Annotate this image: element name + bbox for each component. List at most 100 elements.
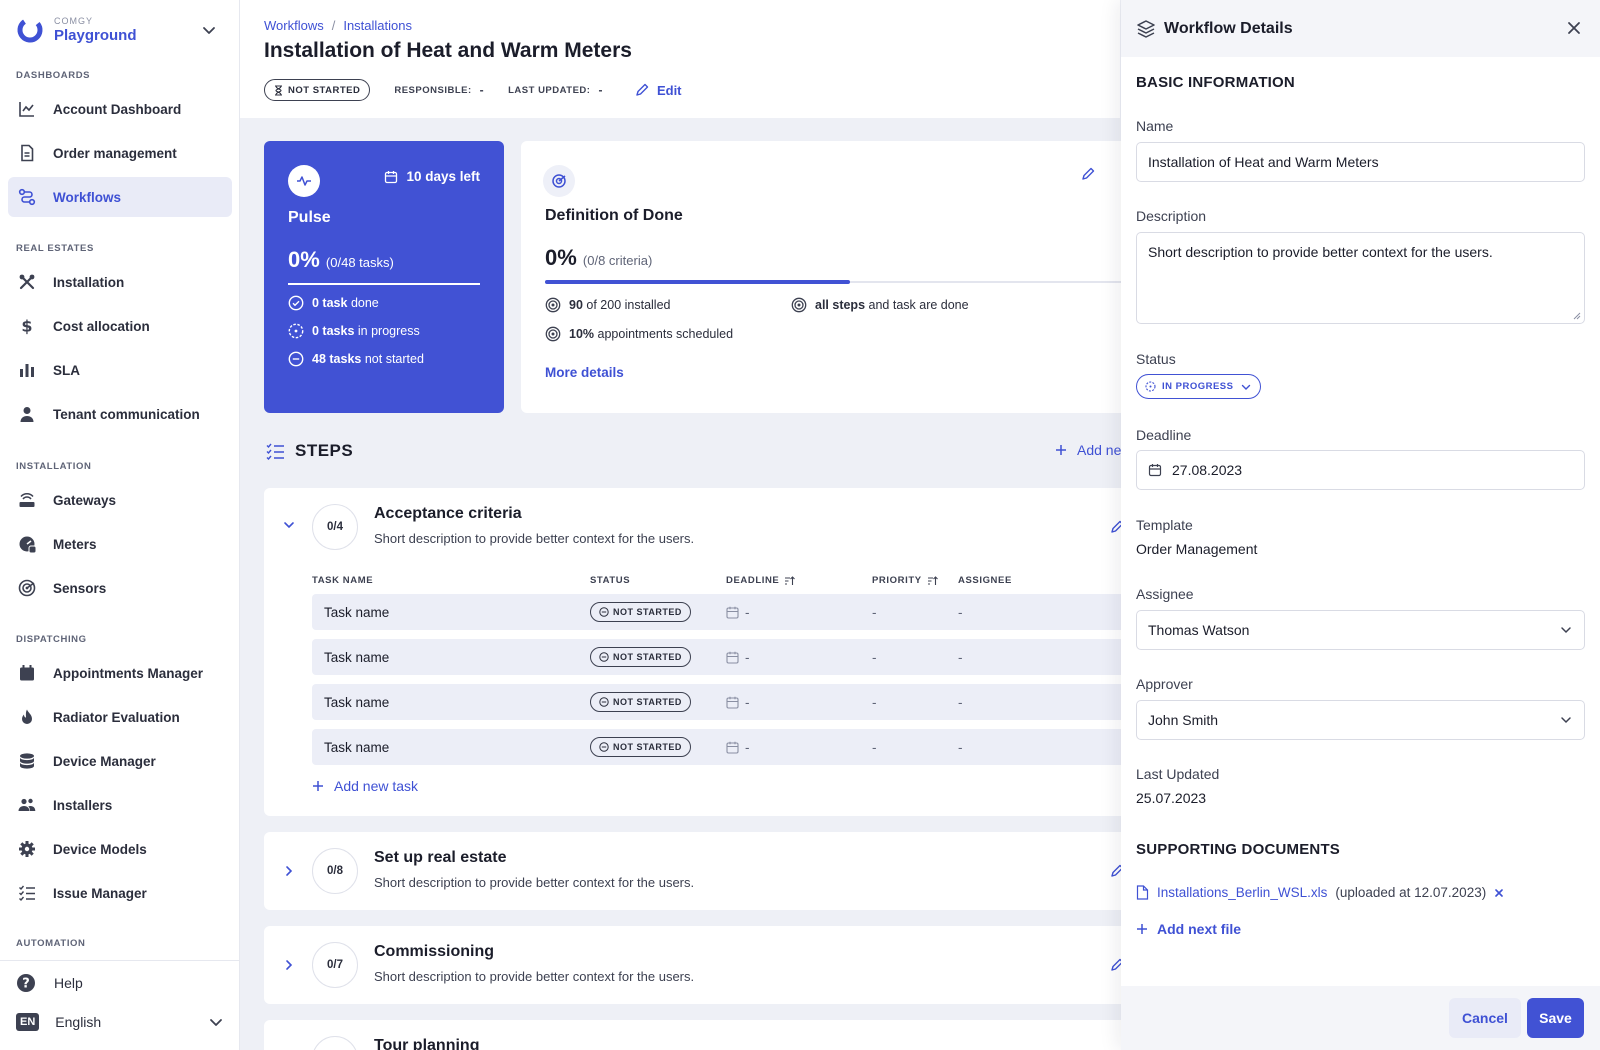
remove-file-icon[interactable] (1494, 888, 1504, 898)
approver-select[interactable]: John Smith (1136, 700, 1585, 740)
brand-switcher[interactable]: COMGY Playground (0, 0, 239, 60)
sidebar-item-radiator-evaluation[interactable]: Radiator Evaluation (8, 697, 232, 737)
task-status-badge: NOT STARTED (590, 602, 691, 622)
brand-logo-icon (17, 17, 43, 43)
step-card-tour-planning[interactable]: Tour planning (264, 1020, 1134, 1050)
sidebar-item-sla[interactable]: SLA (8, 350, 232, 390)
responsible-label: RESPONSIBLE: (394, 84, 472, 96)
task-assignee: - (958, 739, 963, 755)
chevron-down-icon[interactable] (201, 22, 217, 38)
breadcrumb-installations[interactable]: Installations (343, 18, 412, 33)
plus-icon (1056, 445, 1066, 455)
edit-button[interactable]: Edit (635, 83, 682, 98)
database-icon (20, 753, 34, 769)
last-updated-label: Last Updated (1136, 766, 1220, 782)
task-status-label: NOT STARTED (613, 652, 682, 662)
table-row[interactable]: Task name NOT STARTED - - - (312, 729, 1132, 765)
chevron-down-icon (1561, 717, 1571, 724)
pencil-icon[interactable] (1081, 167, 1095, 181)
description-field[interactable]: Short description to provide better cont… (1136, 232, 1585, 324)
target-icon (545, 297, 561, 313)
steps-header: STEPS (266, 441, 353, 461)
table-row[interactable]: Task name NOT STARTED - - - (312, 594, 1132, 630)
pulse-row-in-progress: 0 tasks in progress (288, 323, 420, 339)
task-deadline-cell: - (726, 594, 750, 630)
sidebar-item-account-dashboard[interactable]: Account Dashboard (8, 89, 232, 129)
col-deadline[interactable]: DEADLINE (726, 575, 796, 586)
step-card-commissioning[interactable]: 0/7 Commissioning Short description to p… (264, 926, 1134, 1004)
step-title: Set up real estate (374, 849, 507, 866)
panel-title: Workflow Details (1164, 19, 1293, 37)
calendar-icon (726, 696, 739, 709)
step-title: Acceptance criteria (374, 505, 522, 522)
chevron-right-icon[interactable] (282, 958, 296, 972)
task-assignee: - (958, 694, 963, 710)
document-link[interactable]: Installations_Berlin_WSL.xls (1157, 885, 1327, 900)
sidebar-item-workflows[interactable]: Workflows (8, 177, 232, 217)
table-row[interactable]: Task name NOT STARTED - - - (312, 684, 1132, 720)
sidebar-item-order-management[interactable]: Order management (8, 133, 232, 173)
section-dashboards: DASHBOARDS (16, 70, 91, 81)
sort-icon (785, 575, 796, 585)
chevron-right-icon[interactable] (282, 864, 296, 878)
sidebar-item-label: Installers (53, 797, 113, 813)
status-badge: NOT STARTED (264, 79, 371, 101)
pulse-row-done: 0 task done (288, 295, 379, 311)
document-icon (21, 144, 34, 162)
step-title: Commissioning (374, 943, 495, 960)
pencil-icon (636, 83, 649, 96)
chevron-down-icon[interactable] (282, 518, 296, 532)
task-priority: - (872, 694, 877, 710)
add-file-label: Add next file (1157, 921, 1242, 937)
language-switcher[interactable]: EN English (16, 1013, 224, 1031)
help-label: Help (54, 975, 83, 991)
sidebar-item-sensors[interactable]: Sensors (8, 568, 232, 608)
calendar-icon (726, 741, 739, 754)
sidebar-item-device-models[interactable]: Device Models (8, 829, 232, 869)
task-status-cell: NOT STARTED (590, 729, 691, 765)
col-priority-label: PRIORITY (872, 575, 922, 586)
checklist-icon (19, 885, 35, 902)
calendar-icon (726, 606, 739, 619)
save-button[interactable]: Save (1527, 998, 1584, 1038)
status-dropdown[interactable]: IN PROGRESS (1136, 374, 1261, 399)
breadcrumb-workflows[interactable]: Workflows (264, 18, 324, 33)
sidebar-item-installation[interactable]: Installation (8, 262, 232, 302)
step-card-set-up-real-estate[interactable]: 0/8 Set up real estate Short description… (264, 832, 1134, 910)
sidebar-item-label: Order management (53, 145, 177, 161)
pulse-row-text: 48 tasks not started (312, 352, 424, 366)
document-uploaded-at: (uploaded at 12.07.2023) (1335, 885, 1487, 900)
section-real-estates: REAL ESTATES (16, 243, 94, 254)
calendar-icon (726, 651, 739, 664)
task-status-badge: NOT STARTED (590, 647, 691, 667)
sidebar-item-installers[interactable]: Installers (8, 785, 232, 825)
col-priority[interactable]: PRIORITY (872, 575, 938, 586)
more-details-link[interactable]: More details (545, 365, 624, 380)
name-field[interactable]: Installation of Heat and Warm Meters (1136, 142, 1585, 182)
assignee-select[interactable]: Thomas Watson (1136, 610, 1585, 650)
svg-text:?: ? (22, 977, 30, 992)
table-row[interactable]: Task name NOT STARTED - - - (312, 639, 1132, 675)
sidebar-item-tenant-communication[interactable]: Tenant communication (8, 394, 232, 434)
step-title: Tour planning (374, 1037, 480, 1050)
sidebar-item-cost-allocation[interactable]: $ Cost allocation (8, 306, 232, 346)
breadcrumb: Workflows / Installations (264, 18, 412, 33)
chevron-down-icon (1241, 384, 1250, 390)
sidebar-item-issue-manager[interactable]: Issue Manager (8, 873, 232, 913)
progress-circle-icon (288, 323, 304, 339)
add-task-button[interactable]: Add new task (312, 778, 418, 794)
add-step-button[interactable]: Add ne (1055, 442, 1121, 458)
sidebar-item-gateways[interactable]: Gateways (8, 480, 232, 520)
sidebar-item-meters[interactable]: Meters (8, 524, 232, 564)
sidebar-item-appointments-manager[interactable]: Appointments Manager (8, 653, 232, 693)
sidebar-item-label: Issue Manager (53, 885, 147, 901)
add-file-button[interactable]: Add next file (1136, 921, 1241, 937)
sidebar-item-device-manager[interactable]: Device Manager (8, 741, 232, 781)
page-header: Workflows / Installations Installation o… (240, 0, 1120, 118)
cancel-button[interactable]: Cancel (1449, 998, 1521, 1038)
close-icon[interactable] (1566, 20, 1582, 36)
resize-handle-icon[interactable] (1573, 312, 1581, 320)
help-link[interactable]: ? Help (16, 973, 83, 993)
deadline-field[interactable]: 27.08.2023 (1136, 450, 1585, 490)
dod-criterion-text: 10% appointments scheduled (569, 327, 733, 341)
